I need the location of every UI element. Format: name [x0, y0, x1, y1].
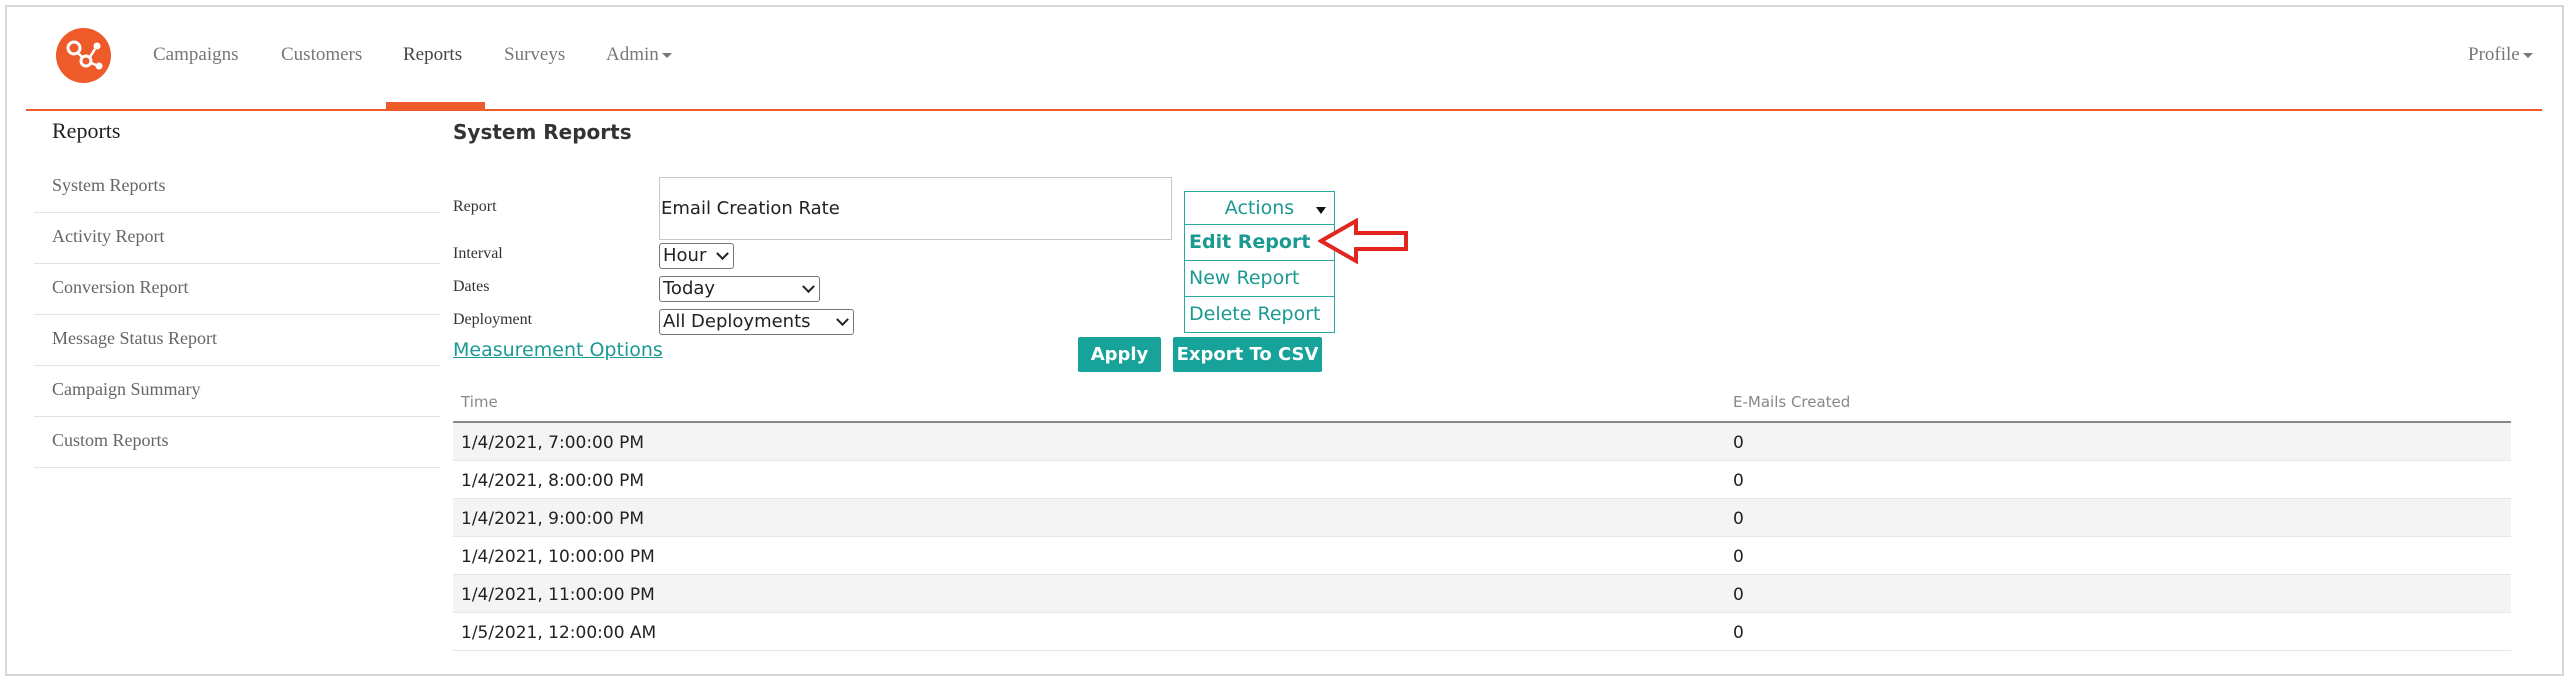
nav-profile-label: Profile	[2468, 44, 2520, 65]
cell-time: 1/4/2021, 9:00:00 PM	[461, 509, 645, 529]
actions-button[interactable]: Actions	[1184, 191, 1335, 225]
sidebar-item-label: Campaign Summary	[52, 379, 201, 399]
cell-time: 1/5/2021, 12:00:00 AM	[461, 623, 657, 643]
nav-admin[interactable]: Admin	[606, 44, 672, 66]
interval-select-value: Hour	[663, 245, 707, 266]
table-row: 1/4/2021, 8:00:00 PM 0	[453, 461, 2511, 499]
deployment-label: Deployment	[453, 311, 533, 328]
chevron-down-icon	[716, 247, 729, 261]
cell-emails-created: 0	[1733, 433, 1744, 453]
sidebar-item-custom-reports[interactable]: Custom Reports	[34, 417, 440, 468]
nav-surveys[interactable]: Surveys	[504, 44, 565, 66]
table-row: 1/4/2021, 10:00:00 PM 0	[453, 537, 2511, 575]
cell-time: 1/4/2021, 10:00:00 PM	[461, 547, 655, 567]
sidebar-item-label: Message Status Report	[52, 328, 217, 348]
nav-admin-label: Admin	[606, 44, 659, 65]
sidebar-item-campaign-summary[interactable]: Campaign Summary	[34, 366, 440, 417]
callout-arrow-icon	[1318, 218, 1408, 264]
cell-emails-created: 0	[1733, 509, 1744, 529]
table-row: 1/5/2021, 12:00:00 AM 0	[453, 613, 2511, 651]
deployment-select-value: All Deployments	[663, 311, 811, 332]
sidebar-item-label: System Reports	[52, 175, 166, 195]
table-row: 1/4/2021, 11:00:00 PM 0	[453, 575, 2511, 613]
logo-icon	[66, 40, 103, 70]
interval-label: Interval	[453, 245, 503, 262]
cell-emails-created: 0	[1733, 623, 1744, 643]
sidebar-item-system-reports[interactable]: System Reports	[34, 162, 440, 213]
cell-time: 1/4/2021, 8:00:00 PM	[461, 471, 645, 491]
cell-time: 1/4/2021, 7:00:00 PM	[461, 433, 645, 453]
menu-item-delete-report[interactable]: Delete Report	[1184, 297, 1335, 333]
nav-profile[interactable]: Profile	[2468, 44, 2533, 66]
sidebar-item-label: Conversion Report	[52, 277, 189, 297]
active-tab-indicator	[386, 102, 485, 109]
sidebar-item-activity-report[interactable]: Activity Report	[34, 213, 440, 264]
export-csv-button[interactable]: Export To CSV	[1173, 337, 1322, 372]
sidebar-item-conversion-report[interactable]: Conversion Report	[34, 264, 440, 315]
deployment-select[interactable]: All Deployments	[659, 309, 854, 335]
caret-down-icon	[661, 53, 672, 59]
actions-button-label: Actions	[1224, 197, 1295, 219]
sidebar-item-label: Activity Report	[52, 226, 165, 246]
dates-label: Dates	[453, 278, 490, 295]
measurement-options-link[interactable]: Measurement Options	[453, 339, 663, 361]
table-row: 1/4/2021, 7:00:00 PM 0	[453, 423, 2511, 461]
cell-emails-created: 0	[1733, 585, 1744, 605]
apply-button[interactable]: Apply	[1078, 337, 1161, 372]
sidebar-item-label: Custom Reports	[52, 430, 169, 450]
dates-select-value: Today	[663, 278, 716, 299]
cell-emails-created: 0	[1733, 547, 1744, 567]
report-label: Report	[453, 198, 497, 215]
nav-campaigns[interactable]: Campaigns	[153, 44, 239, 66]
interval-select[interactable]: Hour	[659, 243, 734, 269]
actions-dropdown: Actions Edit Report New Report Delete Re…	[1184, 191, 1335, 333]
menu-item-edit-report[interactable]: Edit Report	[1184, 225, 1335, 261]
sidebar-item-message-status-report[interactable]: Message Status Report	[34, 315, 440, 366]
menu-item-new-report[interactable]: New Report	[1184, 261, 1335, 297]
sidebar-title: Reports	[52, 118, 121, 143]
nav-customers[interactable]: Customers	[281, 44, 362, 66]
header-divider	[26, 109, 2542, 111]
cell-emails-created: 0	[1733, 471, 1744, 491]
app-logo[interactable]	[56, 28, 111, 83]
chevron-down-icon	[802, 280, 815, 294]
nav-reports[interactable]: Reports	[403, 44, 462, 66]
column-header-time[interactable]: Time	[461, 393, 498, 411]
dates-select[interactable]: Today	[659, 276, 820, 302]
chevron-down-icon	[836, 313, 849, 327]
column-header-emails-created[interactable]: E-Mails Created	[1733, 393, 1850, 411]
caret-down-icon	[2522, 53, 2533, 59]
cell-time: 1/4/2021, 11:00:00 PM	[461, 585, 655, 605]
report-name-field[interactable]: Email Creation Rate	[659, 177, 1172, 240]
page-title: System Reports	[453, 120, 632, 144]
caret-down-icon	[1316, 207, 1326, 214]
table-row: 1/4/2021, 9:00:00 PM 0	[453, 499, 2511, 537]
